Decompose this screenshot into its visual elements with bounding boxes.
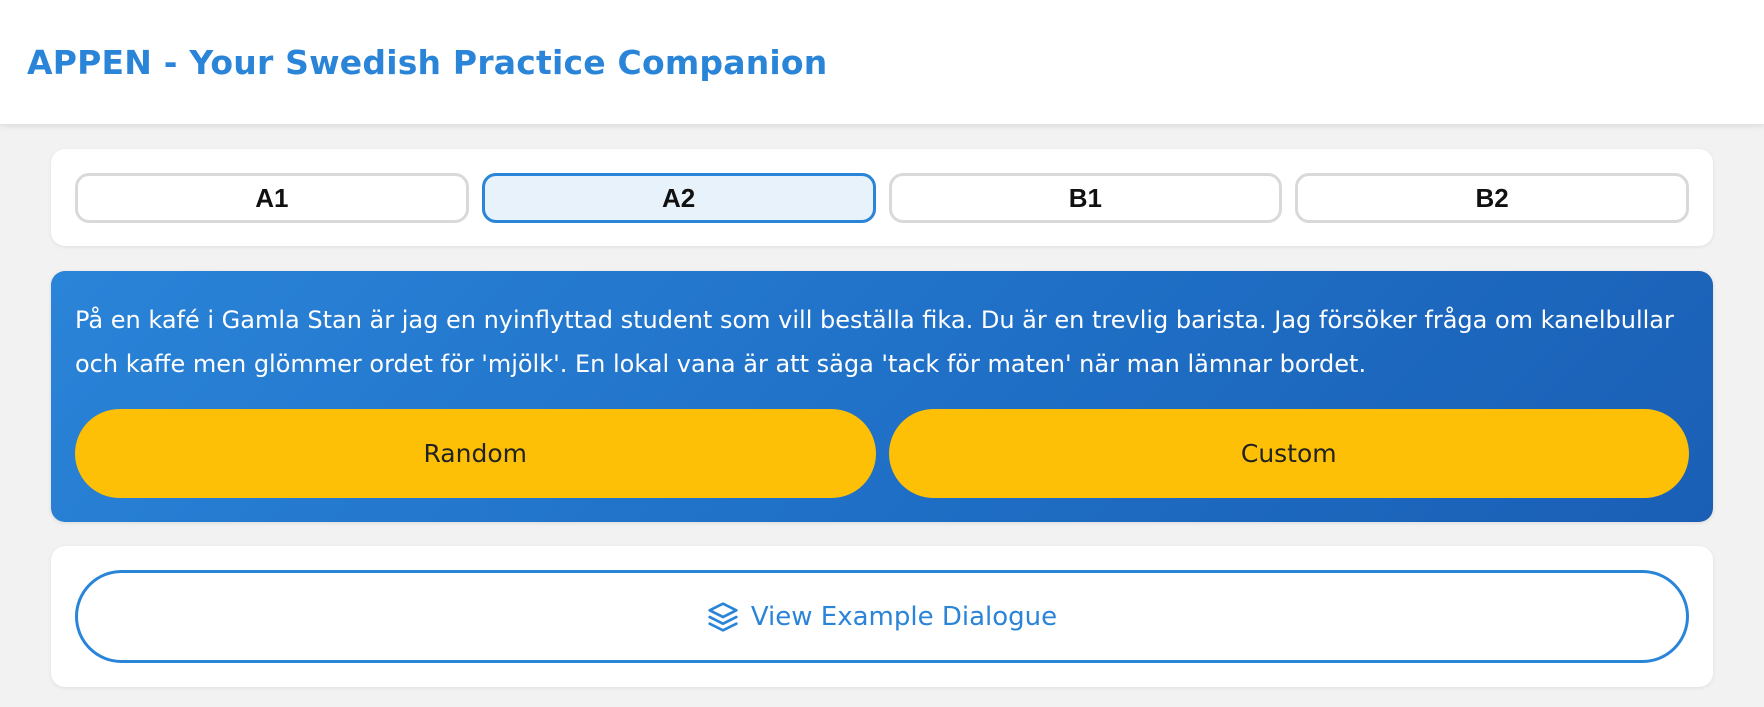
level-selector: A1 A2 B1 B2 <box>75 173 1689 223</box>
scenario-actions: Random Custom <box>75 409 1689 498</box>
level-button-b1[interactable]: B1 <box>888 173 1283 223</box>
scenario-card: På en kafé i Gamla Stan är jag en nyinfl… <box>51 271 1713 522</box>
random-button[interactable]: Random <box>75 409 876 498</box>
layers-icon <box>707 601 739 633</box>
view-example-dialogue-label: View Example Dialogue <box>750 601 1058 632</box>
level-button-a2[interactable]: A2 <box>481 173 876 223</box>
level-button-a1[interactable]: A1 <box>75 173 469 223</box>
app-header: APPEN - Your Swedish Practice Companion <box>0 0 1764 124</box>
app-title: APPEN - Your Swedish Practice Companion <box>27 42 828 82</box>
custom-button[interactable]: Custom <box>888 409 1689 498</box>
level-selector-card: A1 A2 B1 B2 <box>51 149 1713 246</box>
example-dialogue-card: View Example Dialogue <box>51 546 1713 687</box>
level-button-b2[interactable]: B2 <box>1295 173 1689 223</box>
view-example-dialogue-button[interactable]: View Example Dialogue <box>75 570 1689 663</box>
scenario-text: På en kafé i Gamla Stan är jag en nyinfl… <box>75 306 1674 378</box>
